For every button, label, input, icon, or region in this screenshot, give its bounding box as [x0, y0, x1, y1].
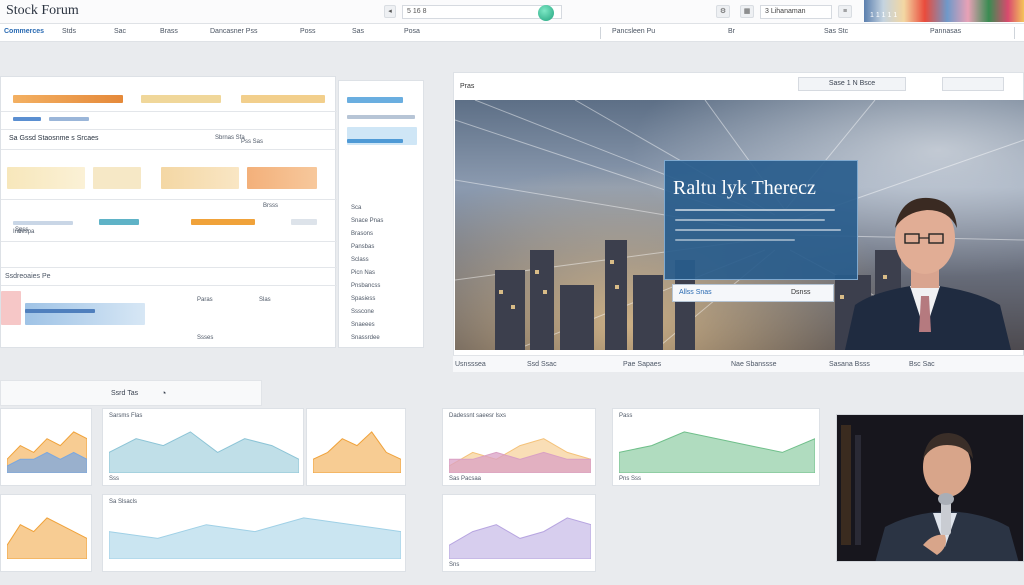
nav-item-4[interactable]: Dancasner Pss [210, 28, 257, 35]
chart-series-area [619, 431, 815, 473]
back-button[interactable]: ◂ [384, 5, 396, 18]
nav-separator [600, 27, 601, 39]
caption-item[interactable]: Usnsssea [455, 361, 486, 368]
slide-button[interactable]: Allss Snas Dsnss [672, 284, 834, 302]
nav-item-5[interactable]: Poss [300, 28, 316, 35]
side-list-item[interactable]: Pnsbancss [351, 283, 380, 289]
side-list-item[interactable]: Picn Nas [351, 270, 375, 276]
side-list-item[interactable]: Ssscone [351, 309, 374, 315]
side-list-item[interactable]: Snaeees [351, 322, 375, 328]
area-chart [449, 438, 591, 473]
chart-series-area [109, 431, 299, 473]
caption-item[interactable]: Bsc Sac [909, 361, 935, 368]
video-option-button[interactable] [942, 77, 1004, 91]
slide-button-right: Dsnss [791, 289, 811, 296]
side-list-item[interactable]: Snace Pnas [351, 218, 383, 224]
side-list-item[interactable]: Sca [351, 205, 361, 211]
chart-card[interactable]: Sa Slsacls [102, 494, 406, 572]
menu-icon[interactable]: ≡ [838, 5, 852, 18]
side-list-panel: Sca Snace Pnas Brasons Pansbas Sclass Picn Na… [338, 80, 424, 348]
video-header-label: Pras [460, 83, 475, 90]
row-label-3: Spss [15, 227, 29, 233]
chart-card[interactable] [306, 408, 406, 486]
chart-card-title: Sa Slsacls [109, 499, 138, 505]
bottom-section-label: Ssrd Tas [111, 390, 139, 397]
area-chart [313, 431, 401, 473]
chart-series-area [313, 431, 401, 473]
chart-card[interactable]: Sarsms Flas Sss [102, 408, 304, 486]
area-chart [7, 517, 87, 559]
user-field[interactable]: 3 Lihanaman [760, 5, 832, 19]
nav-item-6[interactable]: Sas [352, 28, 364, 35]
chart-card-footer: Sns [449, 562, 460, 568]
nav-item-11[interactable]: Pannasas [930, 28, 961, 35]
footer-label: Ssdreoaies Pe [5, 273, 51, 280]
top-bar: Stock Forum ◂ 5 16 8 ⚙ ▦ 3 Lihanaman ≡ 1… [0, 0, 1024, 24]
side-list-item[interactable]: Sclass [351, 257, 369, 263]
market-table-panel: Sa Gssd Staosnme s Srcaes Sbrnas Sfa Ssd… [0, 76, 337, 348]
bottom-label-2: Slas [259, 297, 271, 303]
area-chart [109, 517, 401, 559]
area-chart [619, 431, 815, 473]
chart-card[interactable] [0, 408, 92, 486]
slide-title: Raltu lyk Therecz [673, 177, 816, 199]
nav-item-8[interactable]: Pancsleen Pu [612, 28, 655, 35]
nav-bar: Commerces Stds Sac Brass Dancasner Pss Poss Sa… [0, 24, 1024, 42]
side-list-item[interactable]: Pansbas [351, 244, 374, 250]
chart-card-title: Sarsms Flas [109, 413, 143, 419]
strip-label: 1 1 1 1 1 [870, 12, 898, 19]
status-indicator-icon [538, 5, 554, 21]
area-chart [7, 431, 87, 473]
chart-series-area [7, 517, 87, 559]
link-icon[interactable]: ◔ [161, 388, 166, 398]
side-list-item[interactable]: Snassrdee [351, 335, 380, 341]
chart-card-footer: Sas Pacsaa [449, 476, 482, 482]
chart-card-footer: Pns Sss [619, 476, 642, 482]
bottom-toolbar: Ssrd Tas ◔ [0, 380, 262, 406]
chart-series-area [109, 517, 401, 559]
nav-item-2[interactable]: Sac [114, 28, 126, 35]
side-list-item[interactable]: Brasons [351, 231, 373, 237]
chart-card[interactable] [0, 494, 92, 572]
area-chart [449, 517, 591, 559]
nav-item-10[interactable]: Sas Stc [824, 28, 848, 35]
presenter-figure [845, 197, 1011, 350]
speaker-video-thumbnail[interactable] [836, 414, 1024, 562]
caption-bar: Usnsssea Ssd Ssac Pae Sapaes Nae Sbanssse Sa… [453, 355, 1024, 372]
caption-item[interactable]: Nae Sbanssse [731, 361, 777, 368]
slide-card: Raltu lyk Therecz [664, 160, 858, 280]
bottom-label-1: Paras [197, 297, 213, 303]
chart-card[interactable]: Dadessnt saeesr lsxs Sas Pacsaa [442, 408, 596, 486]
nav-item-7[interactable]: Posa [404, 28, 420, 35]
caption-item[interactable]: Ssd Ssac [527, 361, 557, 368]
row-label-1: Brsss [263, 203, 278, 209]
chart-card-title: Dadessnt saeesr lsxs [449, 413, 507, 419]
video-header-button[interactable]: Sase 1 N Bsce [798, 77, 906, 91]
chart-series-area [449, 517, 591, 559]
nav-item-3[interactable]: Brass [160, 28, 178, 35]
bottom-label-3: Ssses [197, 335, 214, 341]
nav-separator [1014, 27, 1015, 39]
side-list-item[interactable]: Spasiess [351, 296, 375, 302]
nav-item-9[interactable]: Br [728, 28, 735, 35]
app-title: Stock Forum [6, 3, 79, 18]
section-title: Sa Gssd Staosnme s Srcaes [9, 135, 99, 142]
nav-item-0[interactable]: Commerces [4, 28, 44, 35]
chart-card-footer: Sss [109, 476, 120, 482]
chart-card[interactable]: Pass Pns Sss [612, 408, 820, 486]
caption-item[interactable]: Sasana Bsss [829, 361, 870, 368]
chart-card-title: Pass [619, 413, 633, 419]
speaker-icon [837, 415, 1023, 561]
settings-icon[interactable]: ⚙ [716, 5, 730, 18]
grid-icon[interactable]: ▦ [740, 5, 754, 18]
row-label-2: Pss Sas [241, 139, 264, 145]
nav-item-1[interactable]: Stds [62, 28, 76, 35]
chart-card[interactable]: Sns [442, 494, 596, 572]
caption-item[interactable]: Pae Sapaes [623, 361, 661, 368]
slide-button-label: Allss Snas [679, 289, 712, 296]
area-chart [109, 431, 299, 473]
